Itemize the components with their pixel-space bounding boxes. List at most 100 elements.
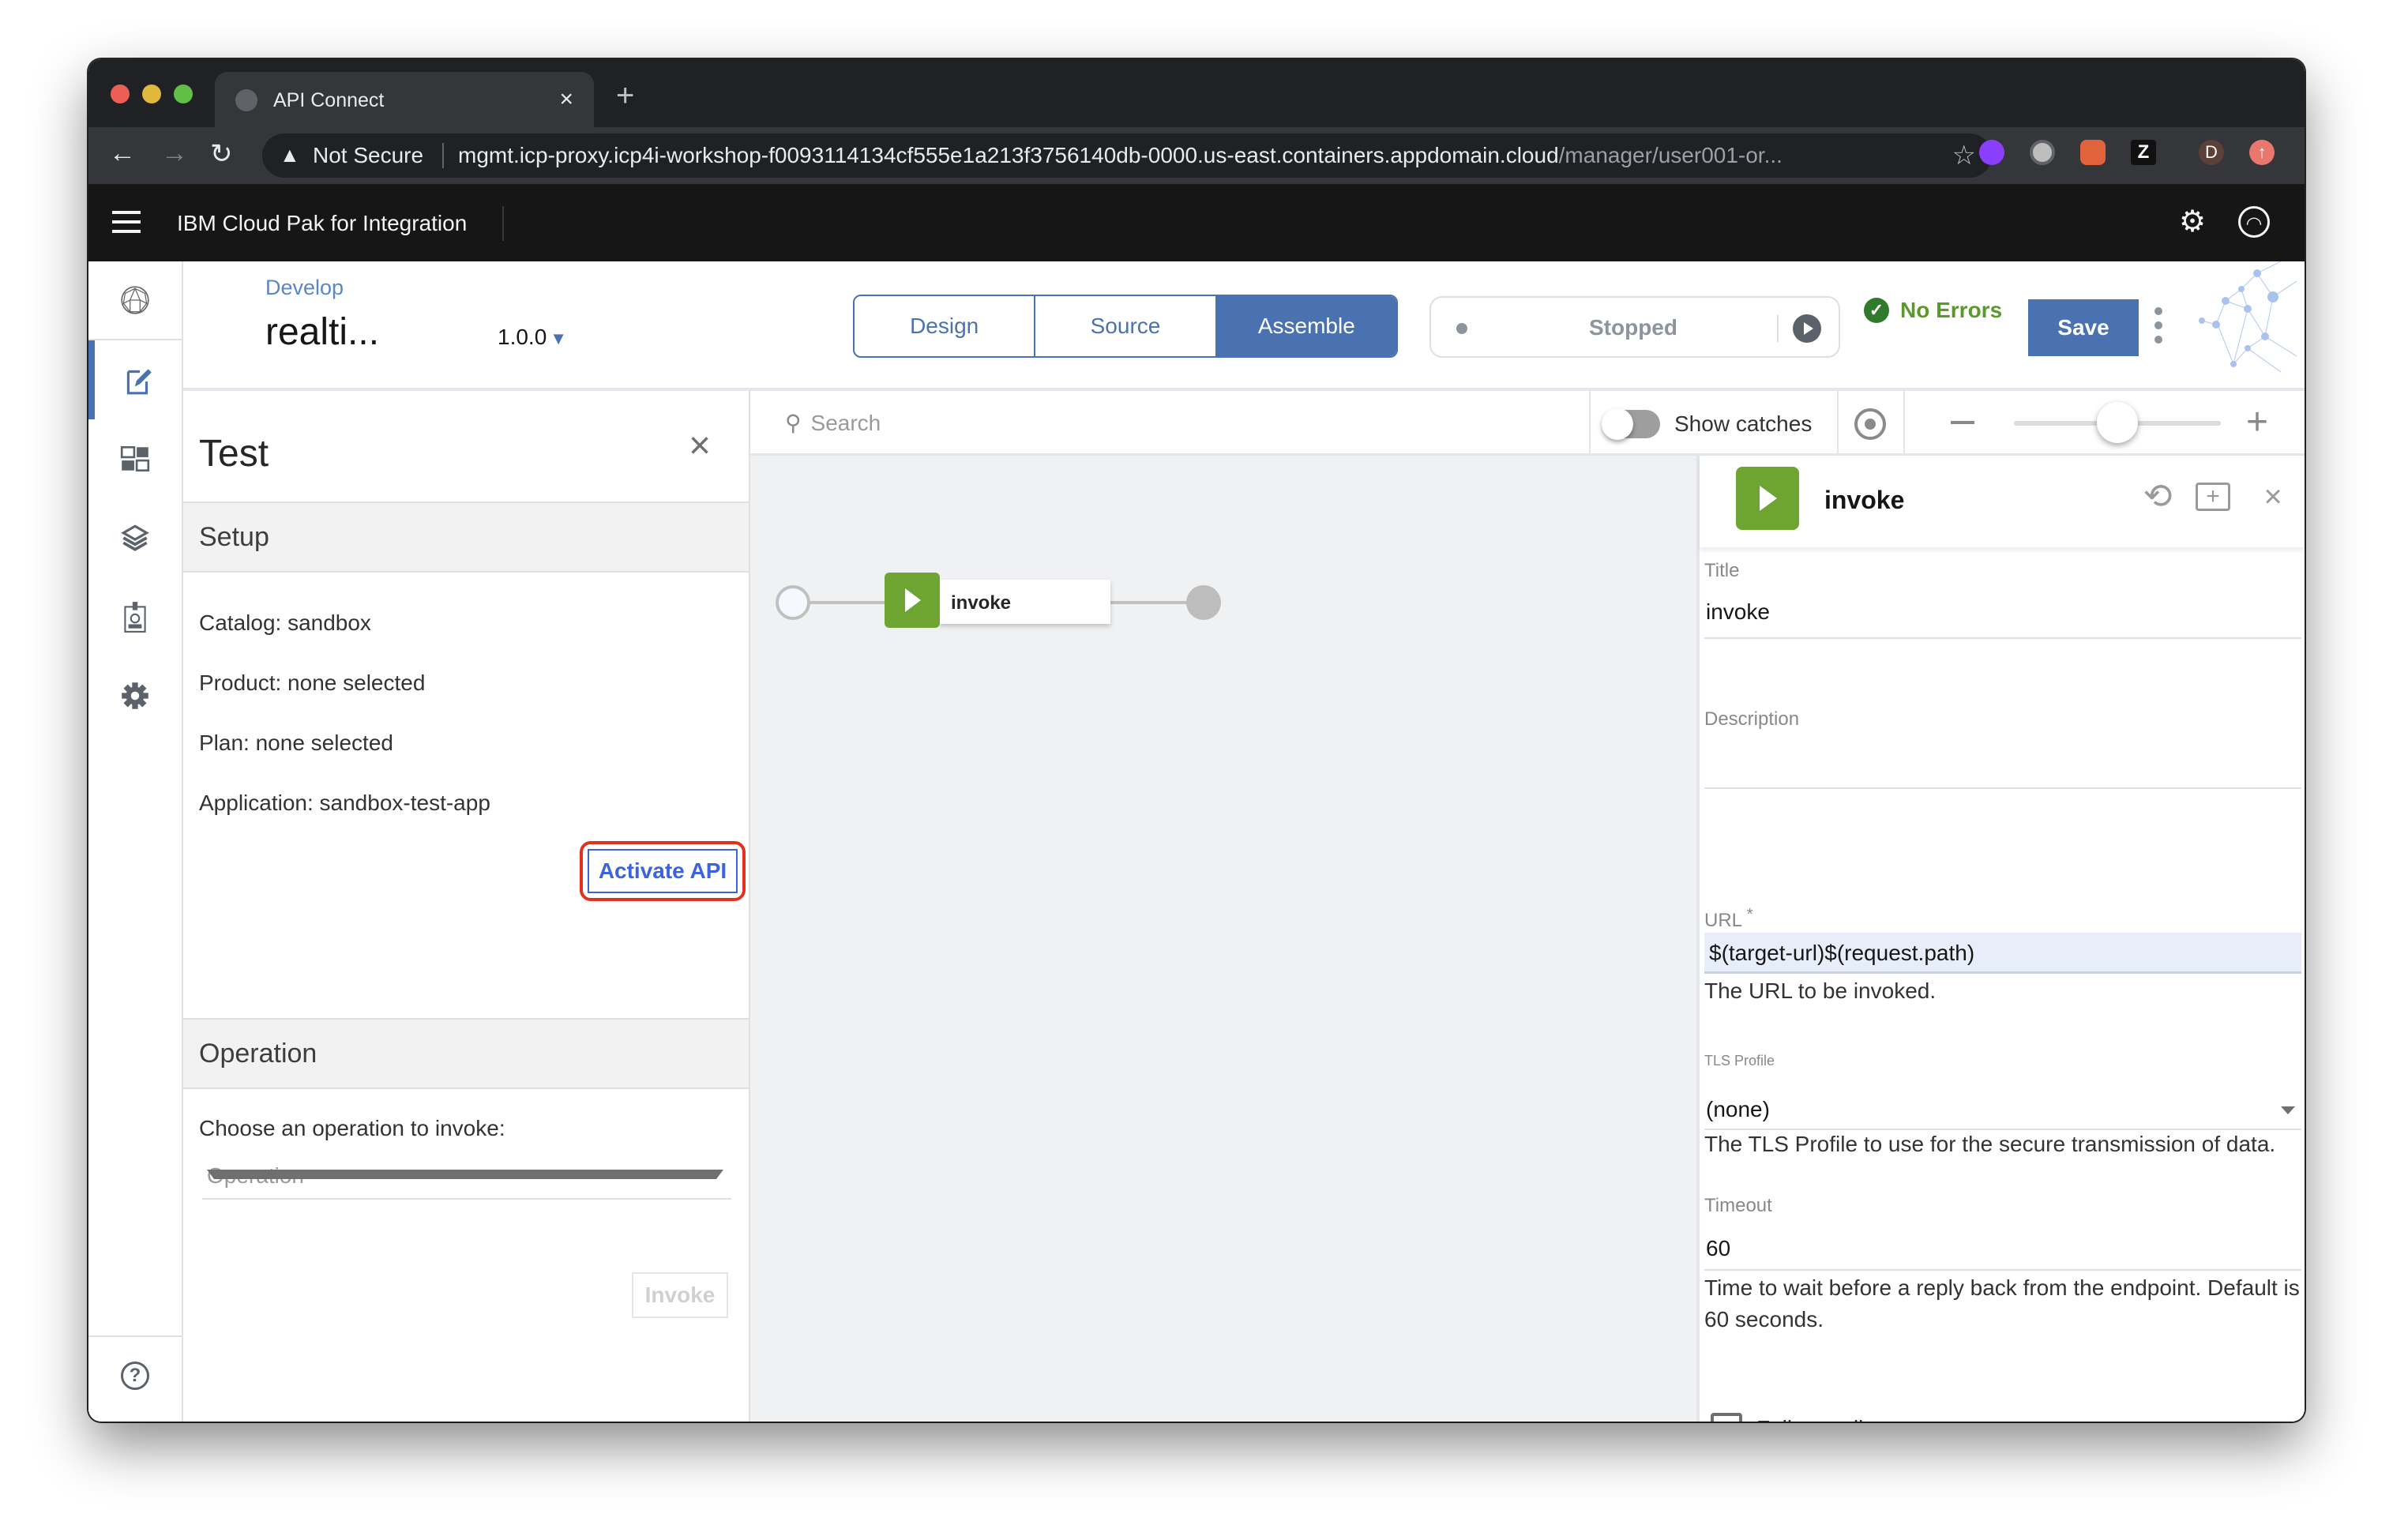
save-button[interactable]: Save	[2028, 299, 2139, 356]
timeout-help-text: Time to wait before a reply back from th…	[1704, 1275, 2300, 1332]
extension-camera-icon[interactable]	[2080, 140, 2106, 165]
zoom-out-icon[interactable]	[1951, 421, 1974, 424]
zoom-slider[interactable]	[2014, 402, 2221, 443]
hamburger-menu-icon[interactable]	[112, 211, 141, 235]
invoke-button[interactable]: Invoke	[632, 1272, 728, 1318]
divider	[1777, 315, 1779, 342]
brand-title: IBM Cloud Pak for Integration	[177, 211, 468, 235]
rail-dashboard[interactable]	[88, 419, 182, 498]
validation-text: No Errors	[1900, 298, 2003, 322]
operation-prompt: Choose an operation to invoke:	[199, 1116, 505, 1140]
activate-api-highlight: Activate API	[580, 841, 746, 901]
recenter-target-icon[interactable]	[1854, 408, 1886, 440]
url-input[interactable]: $(target-url)$(request.path)	[1704, 933, 2301, 974]
user-profile-icon[interactable]: ◠	[2238, 206, 2270, 238]
rail-home[interactable]	[88, 261, 182, 340]
forward-arrow-icon[interactable]: →	[161, 138, 188, 169]
url-host: mgmt.icp-proxy.icp4i-workshop-f009311413…	[458, 143, 1559, 167]
application-text: Application: sandbox-test-app	[199, 791, 490, 815]
rail-develop[interactable]	[88, 340, 182, 419]
divider	[442, 143, 444, 168]
tab-bar: API Connect × +	[88, 59, 2305, 127]
tls-profile-label: TLS Profile	[1704, 1053, 1775, 1069]
tab-design[interactable]: Design	[855, 296, 1034, 356]
update-icon[interactable]: ↑	[2249, 140, 2275, 165]
operation-select[interactable]: Operation	[202, 1155, 731, 1200]
setup-section-header[interactable]: Setup	[183, 501, 749, 573]
show-catches-toggle[interactable]	[1602, 408, 1660, 440]
minimize-window-button[interactable]	[142, 85, 161, 103]
flow-start-node[interactable]	[776, 585, 810, 620]
plan-text: Plan: none selected	[199, 731, 393, 755]
close-tab-icon[interactable]: ×	[559, 86, 573, 113]
url-text[interactable]: mgmt.icp-proxy.icp4i-workshop-f009311413…	[458, 143, 1783, 168]
overflow-menu-icon[interactable]	[2154, 307, 2164, 350]
back-arrow-icon[interactable]: ←	[109, 138, 136, 169]
zoom-in-icon[interactable]: +	[2246, 404, 2268, 441]
status-text: Stopped	[1589, 315, 1677, 340]
checkmark-icon: ✓	[1864, 298, 1889, 323]
tls-profile-select[interactable]: (none)	[1706, 1097, 1770, 1122]
browser-tab[interactable]: API Connect ×	[215, 72, 594, 127]
reload-icon[interactable]: ↻	[210, 138, 233, 170]
api-title: realti...	[265, 311, 380, 353]
close-properties-icon[interactable]: ×	[2254, 478, 2292, 516]
tls-help-text: The TLS Profile to use for the secure tr…	[1704, 1132, 2276, 1156]
api-status-control: Stopped	[1429, 296, 1840, 358]
product-text: Product: none selected	[199, 670, 426, 695]
close-test-panel-icon[interactable]: ×	[689, 424, 711, 468]
rail-members[interactable]	[88, 577, 182, 656]
extension-purple-icon[interactable]	[1979, 140, 2004, 165]
maximize-window-button[interactable]	[174, 85, 193, 103]
input-underline	[1704, 1269, 2301, 1271]
rotate-device-icon[interactable]: ⟲	[2139, 478, 2177, 516]
profile-avatar[interactable]: D	[2199, 140, 2224, 165]
assembly-canvas[interactable]: invoke	[750, 391, 1696, 1422]
version-label: 1.0.0	[498, 325, 547, 349]
timeout-label: Timeout	[1704, 1195, 1772, 1216]
extension-grey-icon[interactable]	[2030, 140, 2055, 165]
breadcrumb-develop[interactable]: Develop	[265, 276, 344, 300]
url-value: $(target-url)$(request.path)	[1709, 941, 1975, 965]
bookmark-star-icon[interactable]: ☆	[1952, 140, 1976, 171]
app-header: IBM Cloud Pak for Integration ⚙ ◠	[88, 184, 2305, 261]
status-dot	[1456, 323, 1467, 334]
url-path: /manager/user001-or...	[1558, 143, 1783, 167]
zoom-slider-thumb[interactable]	[2097, 402, 2138, 443]
title-input[interactable]: invoke	[1706, 599, 1770, 625]
id-badge-icon	[124, 602, 146, 633]
rail-help[interactable]: ?	[88, 1335, 182, 1414]
description-input[interactable]	[1706, 740, 2303, 787]
dashboard-icon	[120, 445, 150, 472]
extension-z-icon[interactable]: Z	[2131, 140, 2156, 165]
properties-title: invoke	[1824, 486, 1905, 514]
timeout-input[interactable]: 60	[1706, 1236, 1730, 1261]
version-selector[interactable]: 1.0.0 ▼	[498, 325, 567, 350]
tab-assemble[interactable]: Assemble	[1215, 296, 1396, 356]
activate-api-button[interactable]: Activate API	[588, 849, 738, 893]
rail-catalogs[interactable]	[88, 498, 182, 577]
catalog-text: Catalog: sandbox	[199, 610, 371, 635]
caret-down-icon	[2281, 1106, 2295, 1114]
search-placeholder: Search	[810, 411, 881, 435]
layers-icon	[121, 524, 149, 551]
new-tab-button[interactable]: +	[616, 78, 634, 114]
address-bar-row: ← → ↻ ▲ Not Secure mgmt.icp-proxy.icp4i-…	[88, 127, 2305, 184]
operation-section-header[interactable]: Operation	[183, 1018, 749, 1089]
start-api-play-icon[interactable]	[1793, 314, 1821, 343]
tab-source[interactable]: Source	[1034, 296, 1215, 356]
rail-settings[interactable]	[88, 656, 182, 735]
add-to-screen-icon[interactable]: +	[2196, 483, 2230, 511]
policy-search[interactable]: ⚲ Search	[785, 410, 881, 436]
flow-end-node[interactable]	[1186, 585, 1221, 620]
security-label: Not Secure	[313, 143, 424, 167]
required-asterisk: *	[1746, 906, 1753, 923]
window-controls	[111, 85, 193, 103]
close-window-button[interactable]	[111, 85, 130, 103]
canvas-toolbar: ⚲ Search Show catches +	[750, 391, 2305, 456]
settings-gear-icon[interactable]: ⚙	[2177, 206, 2208, 238]
follow-redirects-checkbox[interactable]	[1711, 1413, 1742, 1422]
address-bar[interactable]: ▲ Not Secure mgmt.icp-proxy.icp4i-worksh…	[262, 133, 1992, 178]
test-panel: Test × Setup Catalog: sandbox Product: n…	[183, 391, 750, 1422]
test-panel-title: Test	[199, 433, 269, 475]
